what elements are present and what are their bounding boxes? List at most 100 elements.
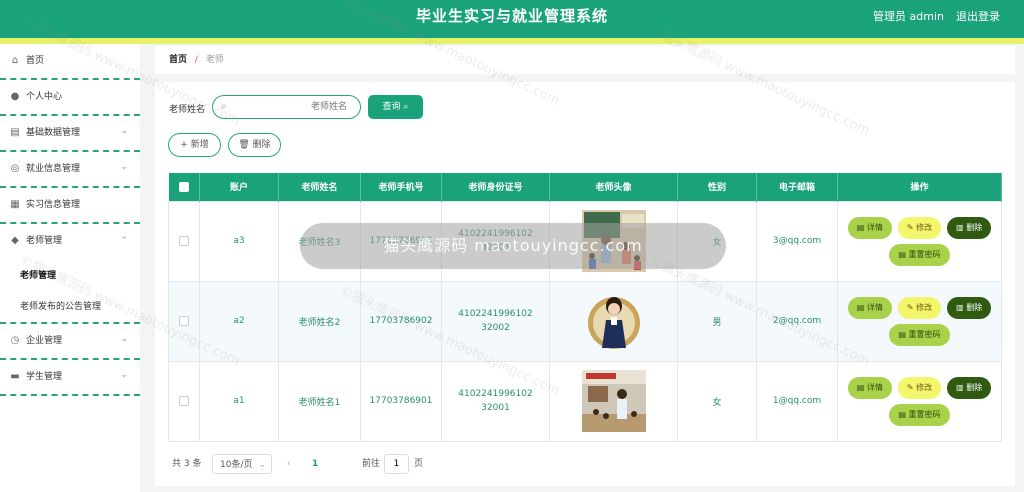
delete-label: 删除: [966, 222, 983, 232]
table-row: a3 老师姓名3 17703786903 4102241996102 32003: [168, 200, 1002, 282]
select-all-cell[interactable]: [168, 173, 200, 201]
sidebar-sub-teacher-manage[interactable]: 老师管理: [0, 260, 140, 292]
delete-row-button[interactable]: ▥ 删除: [947, 216, 992, 239]
detail-label: 详情: [866, 222, 883, 232]
select-all-checkbox[interactable]: [178, 181, 189, 192]
actions-cell: ▤ 详情 ✎ 修改 ▥ 删除 ▤ 重置密码: [837, 200, 1002, 282]
sidebar-item-label: 个人中心: [26, 92, 63, 102]
row-select-cell[interactable]: [168, 360, 200, 442]
reset-password-button[interactable]: ▤ 重置密码: [889, 323, 950, 346]
avatar-cell: [549, 280, 678, 362]
phone-cell: 17703786902: [360, 280, 442, 362]
admin-label: 管理员 admin: [873, 10, 944, 23]
detail-button[interactable]: ▤ 详情: [847, 296, 892, 319]
chevron-down-icon: ⌄: [120, 126, 128, 136]
page-size-select[interactable]: 10条/页 ⌄: [212, 454, 272, 474]
gender-cell: 女: [677, 360, 757, 442]
reset-password-label: 重置密码: [908, 249, 941, 259]
sidebar-item-employment[interactable]: ◎ 就业信息管理 ⌄: [0, 152, 140, 188]
name-cell: 老师姓名2: [278, 280, 361, 362]
pencil-icon: ✎: [906, 302, 917, 312]
sidebar-sub-teacher-notice[interactable]: 老师发布的公告管理: [0, 292, 140, 324]
delete-label: 删除: [966, 302, 983, 312]
edit-button[interactable]: ✎ 修改: [897, 216, 942, 239]
home-icon: ⌂: [11, 55, 19, 66]
table-row: a2 老师姓名2 17703786902 4102241996102 32002: [168, 280, 1002, 362]
sidebar-item-label: 首页: [26, 56, 45, 66]
goto-page-input[interactable]: [384, 454, 409, 474]
chevron-down-icon: ⌄: [120, 334, 128, 344]
sidebar-item-label: 实习信息管理: [26, 200, 81, 210]
edit-label: 修改: [916, 222, 933, 232]
sidebar-item-company[interactable]: ◷ 企业管理 ⌄: [0, 324, 140, 360]
row-select-cell[interactable]: [168, 200, 200, 282]
pencil-icon: ✎: [906, 382, 917, 392]
phone-cell: 17703786901: [360, 360, 442, 442]
avatar-cell: [549, 200, 678, 282]
detail-button[interactable]: ▤ 详情: [847, 216, 892, 239]
breadcrumb-home[interactable]: 首页: [169, 55, 187, 65]
sidebar-item-profile[interactable]: ● 个人中心: [0, 80, 140, 116]
avatar: [581, 210, 646, 272]
row-select-cell[interactable]: [168, 280, 200, 362]
delete-button[interactable]: 🗑 删除: [228, 133, 281, 157]
current-page[interactable]: 1: [312, 454, 318, 474]
reset-password-button[interactable]: ▤ 重置密码: [889, 403, 950, 426]
sidebar-item-internship[interactable]: ▦ 实习信息管理: [0, 188, 140, 224]
phone-cell: 17703786903: [360, 200, 442, 282]
idcard-part: 4102241996102: [458, 309, 533, 319]
idcard-part: 4102241996102: [458, 389, 533, 399]
trash-icon: ▥: [956, 302, 967, 312]
edit-label: 修改: [916, 382, 933, 392]
row-actions: ▤ 详情 ✎ 修改 ▥ 删除 ▤ 重置密码: [845, 376, 995, 426]
idcard-cell: 4102241996102 32001: [441, 360, 550, 442]
pencil-icon: ✎: [906, 222, 917, 232]
email-cell: 3@qq.com: [756, 200, 838, 282]
idcard-cell: 4102241996102 32003: [441, 200, 550, 282]
sidebar-item-student[interactable]: ▬ 学生管理 ⌄: [0, 360, 140, 396]
globe-icon: ◎: [10, 163, 20, 174]
app-title: 毕业生实习与就业管理系统: [415, 7, 608, 25]
document-icon: ▤: [898, 329, 909, 339]
delete-row-button[interactable]: ▥ 删除: [947, 296, 992, 319]
reset-password-button[interactable]: ▤ 重置密码: [889, 243, 950, 266]
main-panel: 老师姓名 ⌕ 查询 ⌕ + 新增 🗑 删除 账户 老师姓名 老师手机号 老师身份…: [155, 82, 1015, 486]
prev-page-icon[interactable]: ‹: [287, 454, 291, 474]
delete-row-button[interactable]: ▥ 删除: [947, 376, 992, 399]
edit-label: 修改: [916, 302, 933, 312]
delete-button-label: 删除: [252, 140, 271, 150]
logout-link[interactable]: 退出登录: [956, 8, 1000, 24]
document-icon: ▤: [898, 249, 909, 259]
breadcrumb-current: 老师: [205, 55, 224, 65]
sidebar-item-home[interactable]: ⌂ 首页: [0, 44, 140, 80]
actions-cell: ▤ 详情 ✎ 修改 ▥ 删除 ▤ 重置密码: [837, 280, 1002, 362]
search-button[interactable]: 查询 ⌕: [368, 95, 423, 119]
idcard-part: 4102241996102: [458, 229, 533, 239]
column-header: 性别: [677, 173, 757, 201]
add-button[interactable]: + 新增: [168, 133, 221, 157]
breadcrumb-separator: /: [194, 55, 198, 65]
column-header: 老师手机号: [360, 173, 442, 201]
account-cell: a2: [199, 280, 279, 362]
idcard-part: 32001: [481, 403, 510, 413]
row-checkbox[interactable]: [179, 235, 189, 246]
avatar-cell: [549, 360, 678, 442]
chevron-down-icon: ⌄: [258, 460, 266, 470]
plus-icon: +: [180, 140, 191, 150]
edit-button[interactable]: ✎ 修改: [897, 376, 942, 399]
avatar: [581, 370, 646, 432]
header-stripe: [0, 38, 1024, 44]
search-input[interactable]: [235, 99, 353, 115]
monitor-icon: ▬: [10, 371, 20, 382]
row-checkbox[interactable]: [179, 315, 189, 326]
row-actions: ▤ 详情 ✎ 修改 ▥ 删除 ▤ 重置密码: [845, 296, 995, 346]
sidebar-item-teacher[interactable]: ◆ 老师管理 ⌃: [0, 224, 140, 260]
page-size-value: 10条/页: [220, 460, 253, 470]
sidebar-item-base-data[interactable]: ▤ 基础数据管理 ⌄: [0, 116, 140, 152]
email-cell: 1@qq.com: [756, 360, 838, 442]
edit-button[interactable]: ✎ 修改: [897, 296, 942, 319]
row-checkbox[interactable]: [179, 395, 189, 406]
document-icon: ▤: [856, 302, 867, 312]
detail-button[interactable]: ▤ 详情: [847, 376, 892, 399]
column-header: 电子邮箱: [756, 173, 838, 201]
